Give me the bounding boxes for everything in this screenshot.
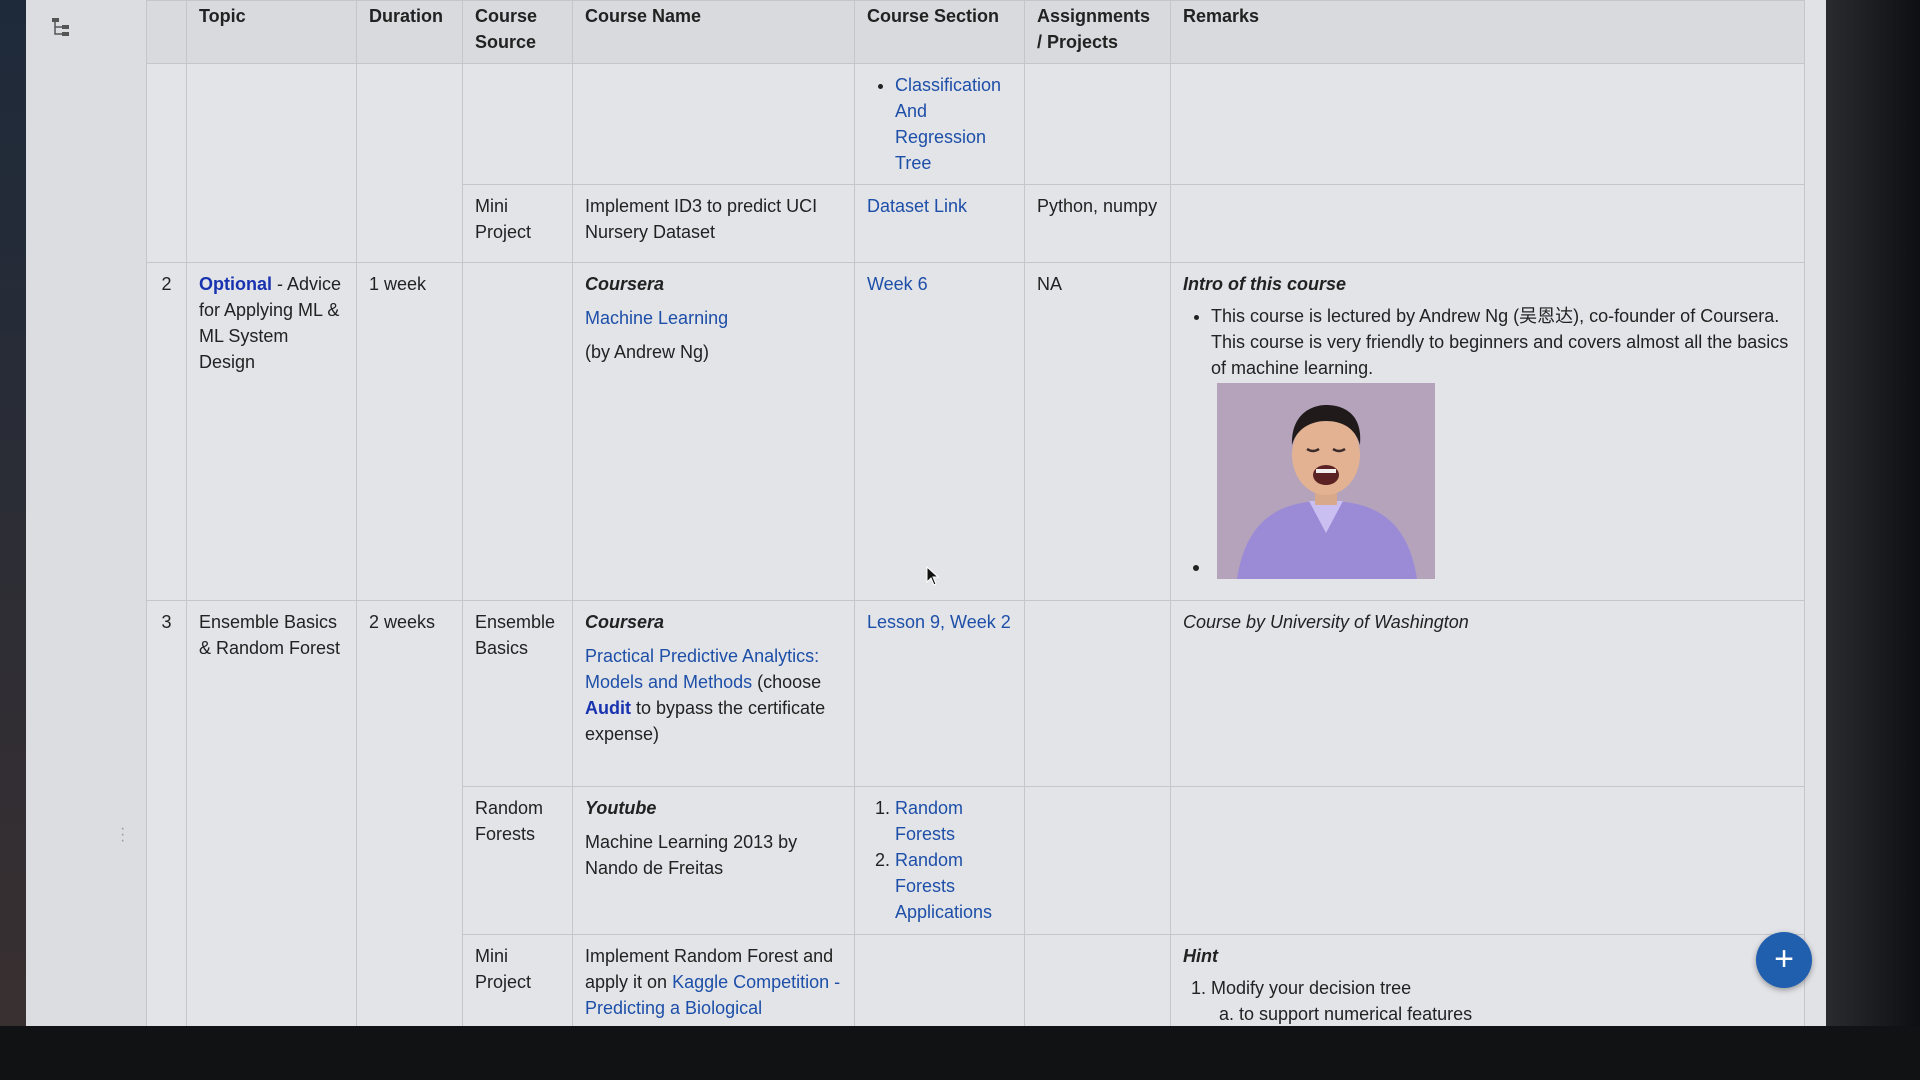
course-provider: Youtube: [585, 798, 657, 818]
course-name-cell: Implement ID3 to predict UCI Nursery Dat…: [572, 184, 855, 263]
assignments-cell: [1024, 786, 1171, 935]
num-cell: [146, 63, 187, 263]
remarks-cell: [1170, 63, 1805, 185]
hint-list: Modify your decision tree to support num…: [1183, 975, 1792, 1026]
photo-item: [1193, 381, 1792, 579]
row-number: 3: [146, 600, 187, 1026]
section-cell: Random Forests Random Forests Applicatio…: [854, 786, 1025, 935]
list-item: This course is lectured by Andrew Ng (吴恩…: [1211, 303, 1792, 381]
hint-heading: Hint: [1183, 946, 1218, 966]
source-cell: [462, 262, 573, 601]
choose-text: (choose: [752, 672, 822, 692]
add-button[interactable]: +: [1756, 932, 1812, 988]
course-name-cell: Youtube Machine Learning 2013 by Nando d…: [572, 786, 855, 935]
section-link[interactable]: Random Forests: [895, 798, 963, 844]
duration-cell: 2 weeks: [356, 600, 463, 1026]
header-course-source[interactable]: Course Source: [462, 0, 573, 64]
browser-viewport: · · · Topic Duration Course Source Course …: [26, 0, 1826, 1026]
screen-bezel-bottom: [0, 1026, 1920, 1080]
course-name-cell: [572, 63, 855, 185]
assignments-cell: [1024, 63, 1171, 185]
audit-label: Audit: [585, 698, 631, 718]
row-number: 2: [146, 262, 187, 601]
header-remarks[interactable]: Remarks: [1170, 0, 1805, 64]
section-list: Classification And Regression Tree: [867, 72, 1012, 176]
header-topic[interactable]: Topic: [186, 0, 357, 64]
section-cell: Dataset Link: [854, 184, 1025, 263]
section-link[interactable]: Random Forests Applications: [895, 850, 992, 922]
table-row: Classification And Regression Tree: [146, 63, 1805, 263]
instructor-photo: [1217, 383, 1435, 579]
plus-icon: +: [1774, 940, 1794, 978]
remarks-cell: Course by University of Washington: [1170, 600, 1805, 787]
source-cell: Mini Project: [462, 934, 573, 1026]
course-provider: Coursera: [585, 612, 665, 632]
list-item: Classification And Regression Tree: [895, 72, 1012, 176]
table-row: 2 Optional - Advice for Applying ML & ML…: [146, 262, 1805, 601]
course-provider: Coursera: [585, 274, 665, 294]
tree-view-icon[interactable]: [50, 16, 78, 40]
header-duration[interactable]: Duration: [356, 0, 463, 64]
course-name-text: Machine Learning 2013 by Nando de Freita…: [585, 832, 798, 878]
screen-bezel: [1826, 0, 1920, 1080]
course-name-cell: Implement Random Forest and apply it on …: [572, 934, 855, 1026]
left-gutter: · · ·: [26, 0, 146, 1026]
course-name-cell: Coursera Practical Predictive Analytics:…: [572, 600, 855, 787]
section-cell: Week 6: [854, 262, 1025, 601]
section-link[interactable]: Week 6: [867, 274, 928, 294]
duration-cell: 1 week: [356, 262, 463, 601]
remarks-cell: Intro of this course This course is lect…: [1170, 262, 1805, 601]
remarks-list: This course is lectured by Andrew Ng (吴恩…: [1183, 303, 1792, 381]
source-cell: Random Forests: [462, 786, 573, 935]
source-cell: Mini Project: [462, 184, 573, 263]
course-author: (by Andrew Ng): [585, 342, 710, 362]
header-assignments[interactable]: Assignments / Projects: [1024, 0, 1171, 64]
remarks-cell: [1170, 786, 1805, 935]
section-cell: [854, 934, 1025, 1026]
list-item: Modify your decision tree to support num…: [1211, 975, 1792, 1026]
remarks-heading: Intro of this course: [1183, 274, 1347, 294]
table-row: 3 Ensemble Basics & Random Forest 2 week…: [146, 600, 1805, 1026]
course-link[interactable]: Machine Learning: [585, 308, 728, 328]
source-cell: Ensemble Basics: [462, 600, 573, 787]
list-item: Random Forests Applications: [895, 847, 1012, 925]
dataset-link[interactable]: Dataset Link: [867, 196, 967, 216]
section-cell: Lesson 9, Week 2: [854, 600, 1025, 787]
list-item: to support numerical features: [1239, 1001, 1792, 1026]
topic-cell: Ensemble Basics & Random Forest: [186, 600, 357, 1026]
course-table: Topic Duration Course Source Course Name…: [146, 0, 1805, 1026]
cursor-icon: [926, 566, 940, 586]
list-item: Random Forests: [895, 795, 1012, 847]
topic-cell: Optional - Advice for Applying ML & ML S…: [186, 262, 357, 601]
drag-handle-icon[interactable]: · · ·: [120, 821, 125, 849]
header-num: [146, 0, 187, 64]
assignments-cell: [1024, 934, 1171, 1026]
bullet-icon: [1193, 565, 1199, 571]
section-link[interactable]: Lesson 9, Week 2: [867, 612, 1011, 632]
assignments-cell: NA: [1024, 262, 1171, 601]
assignments-cell: Python, numpy: [1024, 184, 1171, 263]
remarks-cell: [1170, 184, 1805, 263]
duration-cell: [356, 63, 463, 263]
header-course-section[interactable]: Course Section: [854, 0, 1025, 64]
header-course-name[interactable]: Course Name: [572, 0, 855, 64]
hint-item-text: Modify your decision tree: [1211, 978, 1412, 998]
optional-label: Optional: [199, 274, 272, 294]
assignments-cell: [1024, 600, 1171, 787]
remarks-cell: Hint Modify your decision tree to suppor…: [1170, 934, 1805, 1026]
course-name-cell: Coursera Machine Learning (by Andrew Ng): [572, 262, 855, 601]
header-row: Topic Duration Course Source Course Name…: [146, 0, 1805, 64]
source-cell: [462, 63, 573, 185]
section-link[interactable]: Classification And Regression Tree: [895, 75, 1001, 173]
topic-cell: [186, 63, 357, 263]
section-list: Random Forests Random Forests Applicatio…: [867, 795, 1012, 925]
dock: [0, 0, 26, 1080]
section-cell: Classification And Regression Tree: [854, 63, 1025, 185]
hint-sublist: to support numerical features: [1211, 1001, 1792, 1026]
